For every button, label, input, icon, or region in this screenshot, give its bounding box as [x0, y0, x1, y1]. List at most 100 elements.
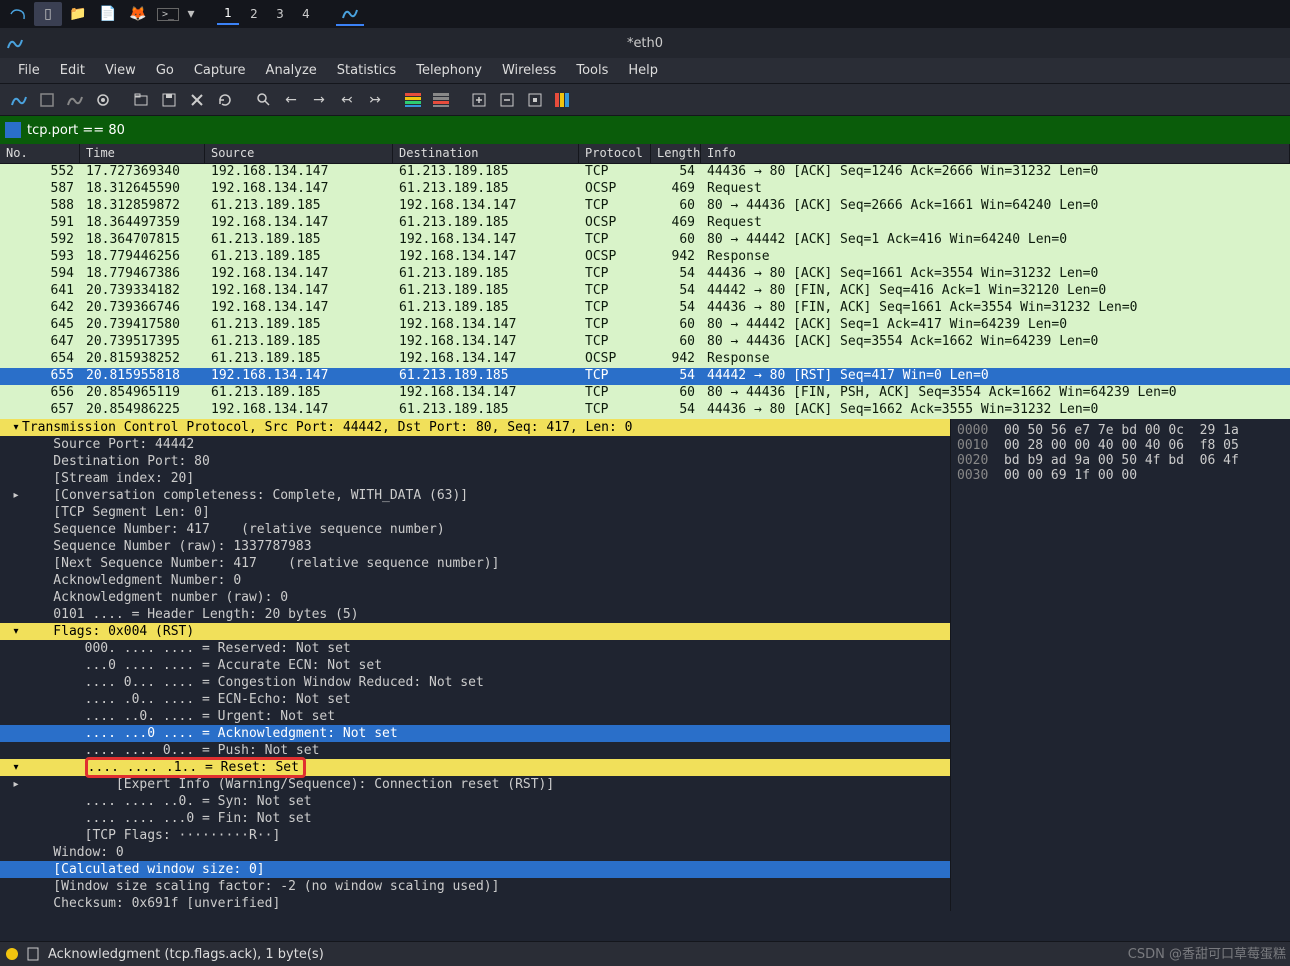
packet-details-pane[interactable]: ▾Transmission Control Protocol, Src Port… [0, 419, 950, 911]
detail-line[interactable]: ▸ [Expert Info (Warning/Sequence): Conne… [0, 776, 950, 793]
workspace-1[interactable]: 1 [217, 3, 239, 25]
packet-list[interactable]: 55217.727369340192.168.134.14761.213.189… [0, 164, 1290, 419]
close-file-icon[interactable] [184, 87, 210, 113]
find-icon[interactable] [250, 87, 276, 113]
detail-line[interactable]: .... .... ...0 = Fin: Not set [0, 810, 950, 827]
detail-line[interactable]: .... 0... .... = Congestion Window Reduc… [0, 674, 950, 691]
col-no[interactable]: No. [0, 144, 80, 163]
capture-file-props-icon[interactable] [26, 947, 40, 961]
workspace-4[interactable]: 4 [295, 3, 317, 25]
packet-row[interactable]: 59418.779467386192.168.134.14761.213.189… [0, 266, 1290, 283]
packet-row[interactable]: 59118.364497359192.168.134.14761.213.189… [0, 215, 1290, 232]
zoom-reset-icon[interactable] [522, 87, 548, 113]
detail-line[interactable]: .... .0.. .... = ECN-Echo: Not set [0, 691, 950, 708]
col-destination[interactable]: Destination [393, 144, 579, 163]
menu-edit[interactable]: Edit [50, 59, 95, 82]
shell-icon[interactable]: >_ [154, 2, 182, 26]
menu-help[interactable]: Help [618, 59, 668, 82]
hex-line[interactable]: 0020 bd b9 ad 9a 00 50 4f bd 06 4f [957, 453, 1284, 468]
detail-line[interactable]: Window: 0 [0, 844, 950, 861]
col-length[interactable]: Length [651, 144, 701, 163]
packet-row[interactable]: 64520.73941758061.213.189.185192.168.134… [0, 317, 1290, 334]
detail-line[interactable]: 0101 .... = Header Length: 20 bytes (5) [0, 606, 950, 623]
open-file-icon[interactable] [128, 87, 154, 113]
autoscroll-icon[interactable] [428, 87, 454, 113]
menu-go[interactable]: Go [146, 59, 184, 82]
packet-row[interactable]: 65520.815955818192.168.134.14761.213.189… [0, 368, 1290, 385]
workspace-3[interactable]: 3 [269, 3, 291, 25]
packet-row[interactable]: 64220.739366746192.168.134.14761.213.189… [0, 300, 1290, 317]
wireshark-task-icon[interactable] [336, 2, 364, 26]
expert-info-icon[interactable] [6, 948, 18, 960]
detail-line[interactable]: Acknowledgment number (raw): 0 [0, 589, 950, 606]
zoom-out-icon[interactable] [494, 87, 520, 113]
detail-line[interactable]: .... ..0. .... = Urgent: Not set [0, 708, 950, 725]
resize-columns-icon[interactable] [550, 87, 576, 113]
detail-line[interactable]: Source Port: 44442 [0, 436, 950, 453]
packet-row[interactable]: 65620.85496511961.213.189.185192.168.134… [0, 385, 1290, 402]
detail-line[interactable]: .... .... ..0. = Syn: Not set [0, 793, 950, 810]
kali-menu-icon[interactable] [4, 2, 32, 26]
detail-line[interactable]: 000. .... .... = Reserved: Not set [0, 640, 950, 657]
col-protocol[interactable]: Protocol [579, 144, 651, 163]
next-packet-icon[interactable]: → [306, 87, 332, 113]
packet-row[interactable]: 58718.312645590192.168.134.14761.213.189… [0, 181, 1290, 198]
packet-row[interactable]: 59218.36470781561.213.189.185192.168.134… [0, 232, 1290, 249]
capture-options-icon[interactable] [90, 87, 116, 113]
menu-file[interactable]: File [8, 59, 50, 82]
detail-line[interactable]: [TCP Segment Len: 0] [0, 504, 950, 521]
detail-line[interactable]: .... ...0 .... = Acknowledgment: Not set [0, 725, 950, 742]
detail-line[interactable]: ▾ .... .... .1.. = Reset: Set [0, 759, 950, 776]
col-source[interactable]: Source [205, 144, 393, 163]
col-info[interactable]: Info [701, 144, 1290, 163]
detail-line[interactable]: Checksum: 0x691f [unverified] [0, 895, 950, 911]
jump-next-icon[interactable]: ↣ [362, 87, 388, 113]
detail-line[interactable]: [Calculated window size: 0] [0, 861, 950, 878]
colorize-icon[interactable] [400, 87, 426, 113]
bookmark-icon[interactable] [5, 122, 21, 138]
detail-line[interactable]: [Stream index: 20] [0, 470, 950, 487]
detail-line[interactable]: Destination Port: 80 [0, 453, 950, 470]
text-editor-icon[interactable]: 📄 [94, 2, 122, 26]
terminal-app-icon[interactable]: ▯ [34, 2, 62, 26]
packet-row[interactable]: 64120.739334182192.168.134.14761.213.189… [0, 283, 1290, 300]
menu-statistics[interactable]: Statistics [327, 59, 406, 82]
packet-row[interactable]: 64720.73951739561.213.189.185192.168.134… [0, 334, 1290, 351]
packet-row[interactable]: 55217.727369340192.168.134.14761.213.189… [0, 164, 1290, 181]
menu-telephony[interactable]: Telephony [406, 59, 492, 82]
display-filter-input[interactable] [27, 123, 1285, 138]
detail-line[interactable]: [TCP Flags: ·········R··] [0, 827, 950, 844]
jump-prev-icon[interactable]: ↢ [334, 87, 360, 113]
packet-row[interactable]: 58818.31285987261.213.189.185192.168.134… [0, 198, 1290, 215]
zoom-in-icon[interactable] [466, 87, 492, 113]
detail-line[interactable]: ▾ Flags: 0x004 (RST) [0, 623, 950, 640]
restart-capture-icon[interactable] [62, 87, 88, 113]
menu-analyze[interactable]: Analyze [256, 59, 327, 82]
packet-row[interactable]: 59318.77944625661.213.189.185192.168.134… [0, 249, 1290, 266]
detail-line[interactable]: ▾Transmission Control Protocol, Src Port… [0, 419, 950, 436]
packet-row[interactable]: 65720.854986225192.168.134.14761.213.189… [0, 402, 1290, 419]
detail-line[interactable]: ...0 .... .... = Accurate ECN: Not set [0, 657, 950, 674]
detail-line[interactable]: [Next Sequence Number: 417 (relative seq… [0, 555, 950, 572]
packet-row[interactable]: 65420.81593825261.213.189.185192.168.134… [0, 351, 1290, 368]
detail-line[interactable]: Sequence Number (raw): 1337787983 [0, 538, 950, 555]
hex-line[interactable]: 0030 00 00 69 1f 00 00 [957, 468, 1284, 483]
detail-line[interactable]: [Window size scaling factor: -2 (no wind… [0, 878, 950, 895]
reload-icon[interactable] [212, 87, 238, 113]
detail-line[interactable]: Sequence Number: 417 (relative sequence … [0, 521, 950, 538]
dropdown-icon[interactable]: ▾ [184, 2, 198, 26]
prev-packet-icon[interactable]: ← [278, 87, 304, 113]
menu-capture[interactable]: Capture [184, 59, 256, 82]
menu-wireless[interactable]: Wireless [492, 59, 566, 82]
detail-line[interactable]: ▸ [Conversation completeness: Complete, … [0, 487, 950, 504]
col-time[interactable]: Time [80, 144, 205, 163]
save-file-icon[interactable] [156, 87, 182, 113]
workspace-2[interactable]: 2 [243, 3, 265, 25]
files-app-icon[interactable]: 📁 [64, 2, 92, 26]
start-capture-icon[interactable] [6, 87, 32, 113]
stop-capture-icon[interactable] [34, 87, 60, 113]
packet-bytes-pane[interactable]: 0000 00 50 56 e7 7e bd 00 0c 29 1a0010 0… [950, 419, 1290, 911]
firefox-icon[interactable]: 🦊 [124, 2, 152, 26]
detail-line[interactable]: Acknowledgment Number: 0 [0, 572, 950, 589]
hex-line[interactable]: 0010 00 28 00 00 40 00 40 06 f8 05 [957, 438, 1284, 453]
